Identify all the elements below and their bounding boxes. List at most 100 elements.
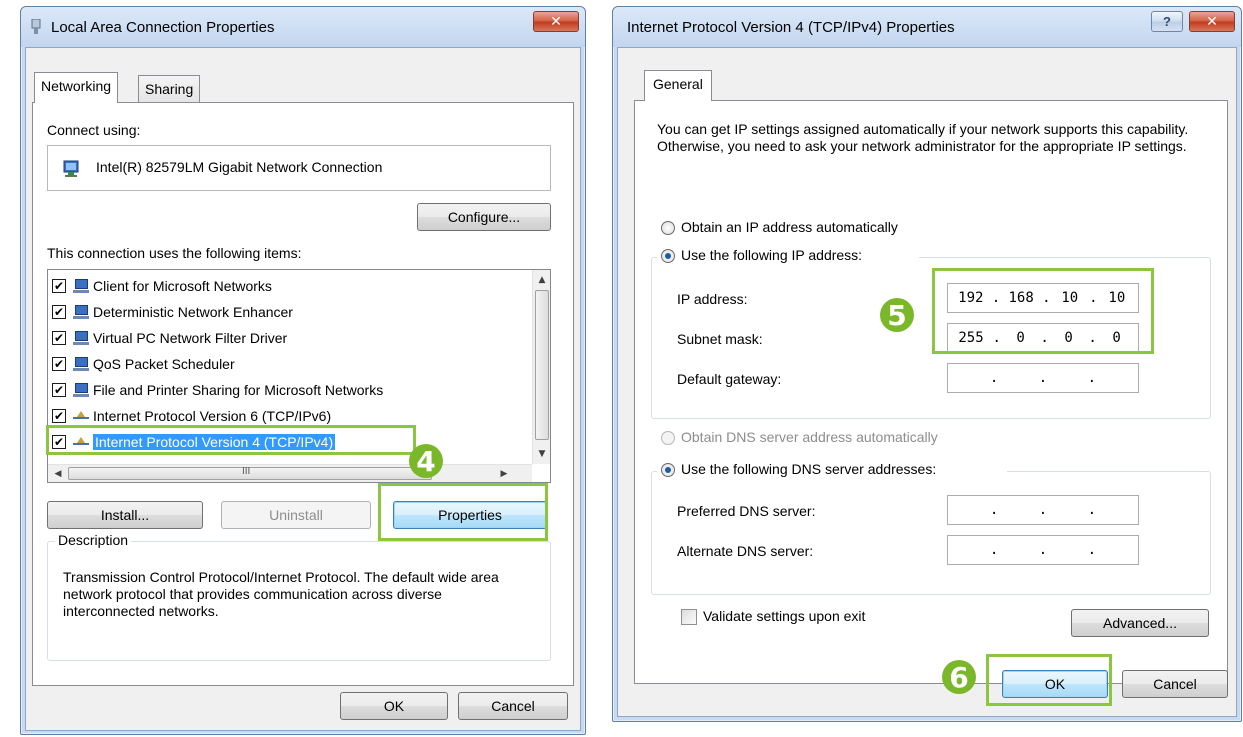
subnet-octet-4: 0 bbox=[1112, 330, 1121, 346]
configure-button[interactable]: Configure... bbox=[417, 203, 551, 231]
ip-octet-4: 10 bbox=[1108, 290, 1126, 306]
adapter-name: Intel(R) 82579LM Gigabit Network Connect… bbox=[96, 159, 383, 175]
list-item-label: Virtual PC Network Filter Driver bbox=[93, 330, 288, 346]
list-item-label: QoS Packet Scheduler bbox=[93, 356, 235, 372]
obtain-ip-auto-label[interactable]: Obtain an IP address automatically bbox=[681, 219, 898, 235]
dialog-client: Networking Sharing Connect using: Intel(… bbox=[25, 47, 581, 731]
scroll-right-arrow-icon[interactable]: ▶ bbox=[496, 466, 512, 482]
subnet-mask-field[interactable]: 255. 0. 0. 0 bbox=[947, 323, 1139, 353]
list-item-ipv6[interactable]: ✔ Internet Protocol Version 6 (TCP/IPv6) bbox=[52, 404, 331, 428]
protocol-icon bbox=[72, 408, 90, 424]
checkbox-checked-icon[interactable]: ✔ bbox=[52, 279, 66, 293]
list-item-label-selected: Internet Protocol Version 4 (TCP/IPv4) bbox=[93, 434, 336, 450]
tab-sharing[interactable]: Sharing bbox=[138, 75, 201, 103]
default-gateway-label: Default gateway: bbox=[677, 371, 782, 387]
checkbox-checked-icon[interactable]: ✔ bbox=[52, 305, 66, 319]
default-gateway-field[interactable]: ... bbox=[947, 363, 1139, 393]
ip-address-field[interactable]: 192. 168. 10. 10 bbox=[947, 283, 1139, 313]
network-adapter-icon bbox=[30, 18, 42, 35]
checkbox-checked-icon[interactable]: ✔ bbox=[52, 435, 66, 449]
network-card-icon bbox=[62, 158, 82, 181]
ip-octet-1: 192 bbox=[958, 290, 984, 306]
list-item-qos-packet-scheduler[interactable]: ✔ QoS Packet Scheduler bbox=[52, 352, 235, 376]
local-area-connection-properties-window: Local Area Connection Properties ✕ Netwo… bbox=[20, 6, 586, 735]
help-button[interactable]: ? bbox=[1151, 11, 1183, 32]
step-5-badge: 5 bbox=[880, 298, 914, 332]
use-following-ip-label[interactable]: Use the following IP address: bbox=[681, 247, 862, 263]
description-title: Description bbox=[55, 532, 132, 548]
network-service-icon bbox=[72, 304, 90, 320]
step-6-badge: 6 bbox=[942, 660, 976, 694]
cancel-button[interactable]: Cancel bbox=[1122, 670, 1228, 698]
list-item-label: Internet Protocol Version 6 (TCP/IPv6) bbox=[93, 408, 332, 424]
window-title: Local Area Connection Properties bbox=[51, 19, 275, 36]
tab-general[interactable]: General bbox=[644, 70, 712, 101]
use-following-dns-radio[interactable] bbox=[661, 463, 675, 477]
cancel-button[interactable]: Cancel bbox=[458, 692, 568, 720]
obtain-dns-auto-label[interactable]: Obtain DNS server address automatically bbox=[681, 429, 938, 445]
checkbox-checked-icon[interactable]: ✔ bbox=[52, 409, 66, 423]
checkbox-checked-icon[interactable]: ✔ bbox=[52, 383, 66, 397]
advanced-button[interactable]: Advanced... bbox=[1071, 609, 1209, 637]
list-item-client-ms-networks[interactable]: ✔ Client for Microsoft Networks bbox=[52, 274, 272, 298]
list-item-virtual-pc-filter[interactable]: ✔ Virtual PC Network Filter Driver bbox=[52, 326, 287, 350]
intro-text: You can get IP settings assigned automat… bbox=[657, 121, 1189, 154]
ip-address-label: IP address: bbox=[677, 291, 748, 307]
ipv4-properties-window: Internet Protocol Version 4 (TCP/IPv4) P… bbox=[612, 6, 1242, 722]
scroll-down-arrow-icon[interactable]: ▼ bbox=[534, 446, 550, 462]
subnet-mask-label: Subnet mask: bbox=[677, 331, 763, 347]
scroll-thumb[interactable] bbox=[535, 290, 549, 440]
list-item-label: Client for Microsoft Networks bbox=[93, 278, 272, 294]
description-text: Transmission Control Protocol/Internet P… bbox=[63, 569, 499, 619]
items-label: This connection uses the following items… bbox=[47, 245, 302, 261]
network-service-icon bbox=[72, 356, 90, 372]
protocol-icon bbox=[72, 434, 90, 450]
list-item-file-printer-sharing[interactable]: ✔ File and Printer Sharing for Microsoft… bbox=[52, 378, 383, 402]
ok-button[interactable]: OK bbox=[340, 692, 448, 720]
obtain-ip-auto-radio[interactable] bbox=[661, 221, 675, 235]
alternate-dns-label: Alternate DNS server: bbox=[677, 543, 814, 559]
connection-items-list[interactable]: ✔ Client for Microsoft Networks ✔ Determ… bbox=[47, 269, 551, 483]
close-button[interactable]: ✕ bbox=[533, 11, 579, 32]
install-button[interactable]: Install... bbox=[47, 501, 203, 529]
title-bar[interactable]: Local Area Connection Properties ✕ bbox=[21, 7, 585, 47]
use-ip-header: Use the following IP address: bbox=[657, 245, 919, 267]
ok-button[interactable]: OK bbox=[1002, 670, 1108, 698]
subnet-octet-1: 255 bbox=[958, 330, 984, 346]
preferred-dns-field[interactable]: ... bbox=[947, 495, 1139, 525]
networking-tab-panel: Connect using: Intel(R) 82579LM Gigabit … bbox=[32, 102, 574, 686]
use-following-ip-radio[interactable] bbox=[661, 249, 675, 263]
ip-octet-3: 10 bbox=[1061, 290, 1079, 306]
ip-octet-2: 168 bbox=[1008, 290, 1034, 306]
obtain-dns-auto-radio[interactable] bbox=[661, 431, 675, 445]
network-service-icon bbox=[72, 382, 90, 398]
title-bar[interactable]: Internet Protocol Version 4 (TCP/IPv4) P… bbox=[613, 7, 1241, 47]
subnet-octet-3: 0 bbox=[1064, 330, 1073, 346]
scroll-up-arrow-icon[interactable]: ▲ bbox=[534, 272, 550, 288]
uninstall-button[interactable]: Uninstall bbox=[221, 501, 371, 529]
list-item-label: File and Printer Sharing for Microsoft N… bbox=[93, 382, 384, 398]
network-client-icon bbox=[72, 278, 90, 294]
adapter-box: Intel(R) 82579LM Gigabit Network Connect… bbox=[47, 145, 551, 191]
use-dns-header: Use the following DNS server addresses: bbox=[657, 459, 1007, 481]
use-following-dns-label[interactable]: Use the following DNS server addresses: bbox=[681, 461, 936, 477]
close-button[interactable]: ✕ bbox=[1189, 11, 1235, 32]
dialog-client: General You can get IP settings assigned… bbox=[617, 47, 1237, 717]
horizontal-scrollbar[interactable]: ◀ III ▶ bbox=[48, 464, 532, 482]
general-tab-panel: You can get IP settings assigned automat… bbox=[634, 100, 1228, 684]
list-item-label: Deterministic Network Enhancer bbox=[93, 304, 293, 320]
checkbox-checked-icon[interactable]: ✔ bbox=[52, 331, 66, 345]
properties-button[interactable]: Properties bbox=[393, 501, 547, 529]
validate-settings-checkbox[interactable] bbox=[681, 609, 697, 625]
network-service-icon bbox=[72, 330, 90, 346]
window-title: Internet Protocol Version 4 (TCP/IPv4) P… bbox=[627, 19, 955, 36]
connect-using-label: Connect using: bbox=[47, 122, 141, 138]
list-item-deterministic-network-enhancer[interactable]: ✔ Deterministic Network Enhancer bbox=[52, 300, 293, 324]
alternate-dns-field[interactable]: ... bbox=[947, 535, 1139, 565]
tab-networking[interactable]: Networking bbox=[34, 72, 119, 103]
checkbox-checked-icon[interactable]: ✔ bbox=[52, 357, 66, 371]
vertical-scrollbar[interactable]: ▲ ▼ bbox=[532, 270, 550, 464]
list-item-ipv4[interactable]: ✔ Internet Protocol Version 4 (TCP/IPv4) bbox=[52, 430, 336, 454]
validate-settings-label[interactable]: Validate settings upon exit bbox=[703, 608, 865, 624]
scroll-left-arrow-icon[interactable]: ◀ bbox=[50, 466, 66, 482]
